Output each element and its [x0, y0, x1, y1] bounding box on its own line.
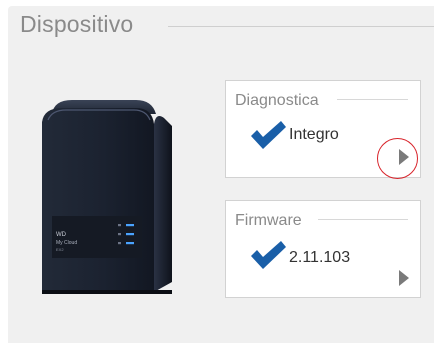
- firmware-title: Firmware: [235, 212, 302, 229]
- device-brand-line2: My Cloud: [56, 240, 77, 246]
- firmware-version: 2.11.103: [289, 249, 351, 266]
- chevron-right-icon[interactable]: [398, 269, 410, 287]
- highlight-circle: [377, 138, 418, 179]
- diagnostics-divider: [337, 99, 408, 100]
- checkmark-icon: [251, 241, 286, 269]
- diagnostics-title: Diagnostica: [235, 92, 319, 109]
- nas-device-icon: WD My Cloud EX2: [42, 100, 172, 294]
- firmware-divider: [318, 219, 408, 220]
- device-brand-line1: WD: [56, 232, 67, 238]
- section-divider: [168, 26, 434, 27]
- checkmark-icon: [251, 121, 286, 149]
- diagnostics-card[interactable]: Diagnostica Integro: [225, 80, 421, 179]
- diagnostics-status: Integro: [289, 126, 339, 143]
- device-brand-line3: EX2: [56, 247, 64, 252]
- section-title: Dispositivo: [20, 11, 134, 37]
- firmware-card[interactable]: Firmware 2.11.103: [225, 200, 421, 298]
